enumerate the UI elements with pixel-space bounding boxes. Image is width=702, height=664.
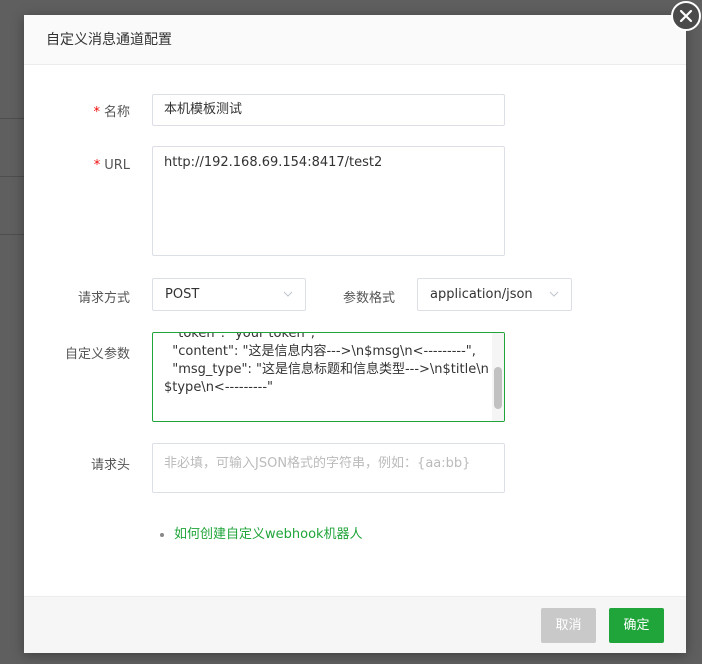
- method-select[interactable]: POST: [152, 278, 306, 311]
- headers-label: 请求头: [90, 458, 130, 473]
- url-textarea[interactable]: http://192.168.69.154:8417/test2: [152, 146, 505, 256]
- cancel-button[interactable]: 取消: [541, 608, 596, 643]
- bullet-icon: [160, 532, 164, 537]
- params-label: 自定义参数: [64, 347, 130, 362]
- confirm-button[interactable]: 确定: [609, 608, 664, 643]
- background-page: [0, 0, 24, 664]
- webhook-help-link[interactable]: 如何创建自定义webhook机器人: [160, 523, 363, 542]
- params-scrollbar[interactable]: [492, 333, 504, 421]
- dialog-title: 自定义消息通道配置: [24, 15, 686, 65]
- format-label: 参数格式: [342, 291, 395, 306]
- chevron-down-icon: [549, 291, 559, 297]
- params-code: "token": "your token", "content": "这是信息内…: [164, 332, 489, 395]
- close-button[interactable]: [671, 1, 701, 31]
- params-editor[interactable]: "token": "your token", "content": "这是信息内…: [152, 332, 505, 422]
- headers-placeholder: 非必填，可输入JSON格式的字符串，例如：{aa:bb}: [164, 456, 471, 471]
- url-label: * URL: [93, 158, 130, 173]
- name-label: * 名称: [93, 105, 130, 120]
- format-value: application/json: [430, 287, 533, 302]
- close-icon: [679, 9, 693, 23]
- scrollbar-thumb[interactable]: [494, 367, 502, 409]
- dialog-footer: 取消 确定: [24, 596, 686, 653]
- method-label: 请求方式: [77, 291, 130, 306]
- headers-textarea[interactable]: 非必填，可输入JSON格式的字符串，例如：{aa:bb}: [152, 443, 505, 493]
- name-input[interactable]: 本机模板测试: [152, 94, 505, 126]
- format-select[interactable]: application/json: [417, 278, 572, 311]
- method-value: POST: [165, 287, 200, 302]
